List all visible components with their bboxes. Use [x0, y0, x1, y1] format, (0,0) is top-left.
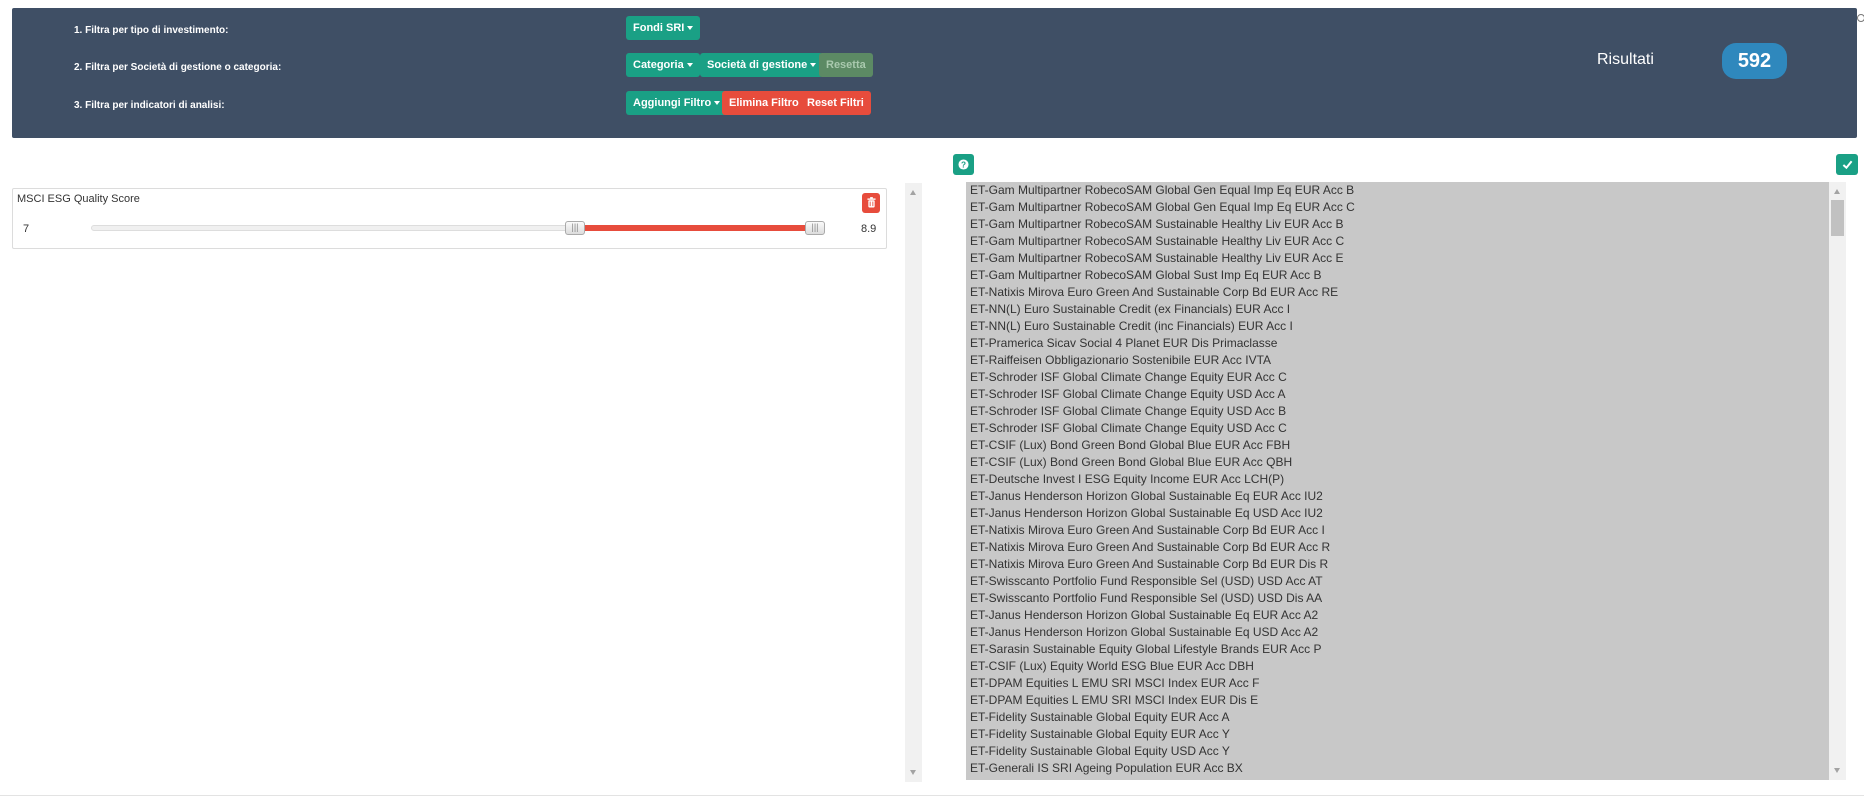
caret-down-icon — [687, 26, 694, 31]
caret-down-icon — [810, 63, 817, 68]
fund-list-item[interactable]: ET-DPAM Equities L EMU SRI MSCI Index EU… — [970, 675, 1259, 692]
societa-label: Società di gestione — [707, 59, 808, 71]
filter-step3-label: 3. Filtra per indicatori di analisi: — [74, 100, 225, 111]
esg-filter-card: MSCI ESG Quality Score 7 ||| ||| 8.9 — [12, 188, 887, 249]
reset-filtri-button[interactable]: Reset Filtri — [800, 91, 871, 115]
scroll-up-arrow-icon[interactable] — [1834, 189, 1840, 194]
fondi-sri-dropdown[interactable]: Fondi SRI — [626, 16, 701, 40]
fund-list-item[interactable]: ET-Janus Henderson Horizon Global Sustai… — [970, 488, 1323, 505]
fund-list-item[interactable]: ET-Natixis Mirova Euro Green And Sustain… — [970, 284, 1338, 301]
categoria-dropdown[interactable]: Categoria — [626, 53, 700, 77]
fund-list-item[interactable]: ET-Natixis Mirova Euro Green And Sustain… — [970, 556, 1328, 573]
slider-max-handle[interactable]: ||| — [805, 221, 825, 235]
question-circle-icon: ? — [958, 159, 969, 170]
fund-list-item[interactable]: ET-Sarasin Sustainable Equity Global Lif… — [970, 641, 1322, 658]
fund-list-item[interactable]: ET-Schroder ISF Global Climate Change Eq… — [970, 369, 1287, 386]
scroll-down-arrow-icon[interactable] — [910, 770, 916, 775]
elimina-filtro-button[interactable]: Elimina Filtro — [722, 91, 806, 115]
fund-list-scrollbar[interactable] — [1829, 182, 1846, 780]
fund-list-item[interactable]: ET-NN(L) Euro Sustainable Credit (inc Fi… — [970, 318, 1293, 335]
left-panel-scrollbar[interactable] — [905, 183, 922, 782]
fund-list-item[interactable]: ET-Gam Multipartner RobecoSAM Sustainabl… — [970, 216, 1344, 233]
scrollbar-thumb[interactable] — [1831, 200, 1844, 236]
results-count-badge: 592 — [1722, 43, 1787, 79]
slider-min-handle[interactable]: ||| — [565, 221, 585, 235]
slider-title: MSCI ESG Quality Score — [17, 193, 140, 205]
filter-step1-label: 1. Filtra per tipo di investimento: — [74, 25, 229, 36]
fund-listbox[interactable]: ET-Gam Multipartner RobecoSAM Global Gen… — [966, 182, 1829, 780]
categoria-label: Categoria — [633, 59, 684, 71]
fund-list-item[interactable]: ET-Fidelity Sustainable Global Equity US… — [970, 743, 1230, 760]
svg-text:?: ? — [961, 161, 966, 170]
window-resize-handle[interactable] — [1857, 14, 1864, 22]
fund-list-item[interactable]: ET-Gam Multipartner RobecoSAM Global Gen… — [970, 199, 1355, 216]
societa-dropdown[interactable]: Società di gestione — [700, 53, 824, 77]
check-icon — [1842, 160, 1852, 170]
help-button[interactable]: ? — [953, 154, 974, 175]
fund-list-item[interactable]: ET-Janus Henderson Horizon Global Sustai… — [970, 624, 1318, 641]
fund-list-item[interactable]: ET-Gam Multipartner RobecoSAM Global Sus… — [970, 267, 1321, 284]
scroll-down-arrow-icon[interactable] — [1834, 768, 1840, 773]
fund-list-item[interactable]: ET-DPAM Equities L EMU SRI MSCI Index EU… — [970, 692, 1258, 709]
fund-list-item[interactable]: ET-CSIF (Lux) Bond Green Bond Global Blu… — [970, 437, 1290, 454]
slider-selected-range — [575, 225, 817, 231]
aggiungi-filtro-label: Aggiungi Filtro — [633, 97, 712, 109]
fund-list-item[interactable]: ET-Pramerica Sicav Social 4 Planet EUR D… — [970, 335, 1277, 352]
delete-filter-button[interactable] — [862, 193, 880, 213]
results-label: Risultati — [1597, 51, 1654, 68]
fund-list-item[interactable]: ET-CSIF (Lux) Bond Green Bond Global Blu… — [970, 454, 1292, 471]
fund-list-item[interactable]: ET-Natixis Mirova Euro Green And Sustain… — [970, 539, 1330, 556]
fund-list-item[interactable]: ET-Gam Multipartner RobecoSAM Sustainabl… — [970, 250, 1344, 267]
fund-list-item[interactable]: ET-Generali IS SRI Ageing Population EUR… — [970, 777, 1243, 780]
fund-list-item[interactable]: ET-Fidelity Sustainable Global Equity EU… — [970, 726, 1230, 743]
fund-list-item[interactable]: ET-Janus Henderson Horizon Global Sustai… — [970, 505, 1323, 522]
aggiungi-filtro-dropdown[interactable]: Aggiungi Filtro — [626, 91, 728, 115]
fund-list-item[interactable]: ET-CSIF (Lux) Equity World ESG Blue EUR … — [970, 658, 1254, 675]
fund-list-item[interactable]: ET-Swisscanto Portfolio Fund Responsible… — [970, 573, 1323, 590]
filter-step2-label: 2. Filtra per Società di gestione o cate… — [74, 62, 282, 73]
fund-list-item[interactable]: ET-Schroder ISF Global Climate Change Eq… — [970, 420, 1287, 437]
slider-max-value: 8.9 — [861, 223, 877, 235]
fund-list-item[interactable]: ET-Gam Multipartner RobecoSAM Global Gen… — [970, 182, 1354, 199]
fund-list-item[interactable]: ET-Schroder ISF Global Climate Change Eq… — [970, 386, 1285, 403]
fund-list-item[interactable]: ET-Swisscanto Portfolio Fund Responsible… — [970, 590, 1322, 607]
fund-list-item[interactable]: ET-Janus Henderson Horizon Global Sustai… — [970, 607, 1318, 624]
fund-list-item[interactable]: ET-Deutsche Invest I ESG Equity Income E… — [970, 471, 1284, 488]
caret-down-icon — [714, 101, 721, 106]
scroll-up-arrow-icon[interactable] — [910, 190, 916, 195]
confirm-selection-button[interactable] — [1836, 154, 1858, 175]
divider — [0, 795, 1864, 796]
resetta-button[interactable]: Resetta — [819, 53, 873, 77]
fondi-sri-label: Fondi SRI — [633, 22, 685, 34]
fund-list-item[interactable]: ET-Gam Multipartner RobecoSAM Sustainabl… — [970, 233, 1344, 250]
fund-list-item[interactable]: ET-Generali IS SRI Ageing Population EUR… — [970, 760, 1243, 777]
fund-list-item[interactable]: ET-Natixis Mirova Euro Green And Sustain… — [970, 522, 1325, 539]
caret-down-icon — [686, 63, 693, 68]
fund-list-item[interactable]: ET-Schroder ISF Global Climate Change Eq… — [970, 403, 1286, 420]
filter-panel: 1. Filtra per tipo di investimento: 2. F… — [12, 8, 1857, 138]
fund-list-item[interactable]: ET-Fidelity Sustainable Global Equity EU… — [970, 709, 1229, 726]
trash-icon — [866, 197, 876, 208]
fund-list-item[interactable]: ET-Raiffeisen Obbligazionario Sostenibil… — [970, 352, 1271, 369]
slider-min-value: 7 — [23, 223, 30, 235]
fund-list-item[interactable]: ET-NN(L) Euro Sustainable Credit (ex Fin… — [970, 301, 1290, 318]
